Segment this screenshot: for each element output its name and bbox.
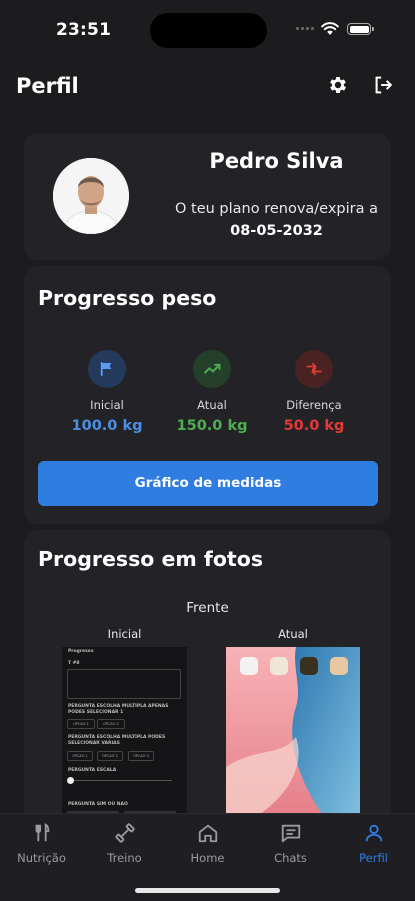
weight-progress-card: Progresso peso Inicial 100.0 kg Atual 15… xyxy=(24,266,391,524)
avatar xyxy=(53,158,129,234)
photo-progress-card: Progresso em fotos Frente Inicial Atual … xyxy=(24,530,391,830)
status-time: 23:51 xyxy=(56,20,112,40)
tab-label: Home xyxy=(190,851,225,865)
chat-icon xyxy=(281,824,300,843)
battery-icon xyxy=(347,23,374,35)
fork-knife-icon xyxy=(35,823,49,842)
home-indicator xyxy=(135,888,280,893)
stat-value: 100.0 kg xyxy=(71,418,143,434)
logout-icon[interactable] xyxy=(372,74,394,96)
tab-workout[interactable]: Treino xyxy=(83,814,166,865)
measurements-chart-button[interactable]: Gráfico de medidas xyxy=(38,461,378,506)
initial-photo[interactable]: Progresso T #8 PERGUNTA ESCOLHA MULTIPLA… xyxy=(62,647,187,817)
profile-card: Pedro Silva O teu plano renova/expira a … xyxy=(24,133,391,260)
flag-icon xyxy=(88,350,126,388)
stat-value: 150.0 kg xyxy=(176,418,248,434)
stat-difference: Diferença 50.0 kg xyxy=(259,350,369,434)
app-icon xyxy=(300,657,318,675)
tab-profile[interactable]: Perfil xyxy=(332,814,415,865)
photo-initial-label: Inicial xyxy=(107,627,142,641)
tab-label: Nutrição xyxy=(17,851,66,865)
app-icon xyxy=(240,657,258,675)
tab-label: Chats xyxy=(274,851,307,865)
stat-initial: Inicial 100.0 kg xyxy=(52,350,162,434)
app-icon xyxy=(330,657,348,675)
photo-current-label: Atual xyxy=(278,627,308,641)
trending-up-icon xyxy=(193,350,231,388)
tab-label: Treino xyxy=(107,851,142,865)
stat-label: Inicial xyxy=(90,398,124,412)
compare-arrows-icon xyxy=(295,350,333,388)
tab-home[interactable]: Home xyxy=(166,814,249,865)
person-icon xyxy=(365,824,382,842)
gear-icon[interactable] xyxy=(327,74,349,96)
wifi-icon xyxy=(321,22,339,35)
tab-chats[interactable]: Chats xyxy=(249,814,332,865)
home-icon xyxy=(198,824,217,843)
page-title: Perfil xyxy=(16,74,79,98)
stat-value: 50.0 kg xyxy=(283,418,345,434)
user-name: Pedro Silva xyxy=(209,149,344,173)
app-icon xyxy=(270,657,288,675)
dumbbell-icon xyxy=(114,823,135,843)
tab-label: Perfil xyxy=(359,851,388,865)
photo-progress-title: Progresso em fotos xyxy=(38,547,264,571)
status-bar: 23:51 xyxy=(0,0,415,60)
weight-progress-title: Progresso peso xyxy=(38,286,217,310)
stat-label: Diferença xyxy=(286,398,342,412)
current-photo[interactable] xyxy=(226,647,360,817)
stat-label: Atual xyxy=(197,398,227,412)
plan-renewal-date: 08-05-2032 xyxy=(230,223,323,239)
signal-icon xyxy=(296,27,314,30)
stat-current: Atual 150.0 kg xyxy=(157,350,267,434)
dynamic-island xyxy=(150,13,267,48)
app-header: Perfil xyxy=(0,68,415,104)
plan-renewal-text: O teu plano renova/expira a xyxy=(174,201,378,217)
photo-view-label: Frente xyxy=(186,600,229,616)
tab-nutrition[interactable]: Nutrição xyxy=(0,814,83,865)
